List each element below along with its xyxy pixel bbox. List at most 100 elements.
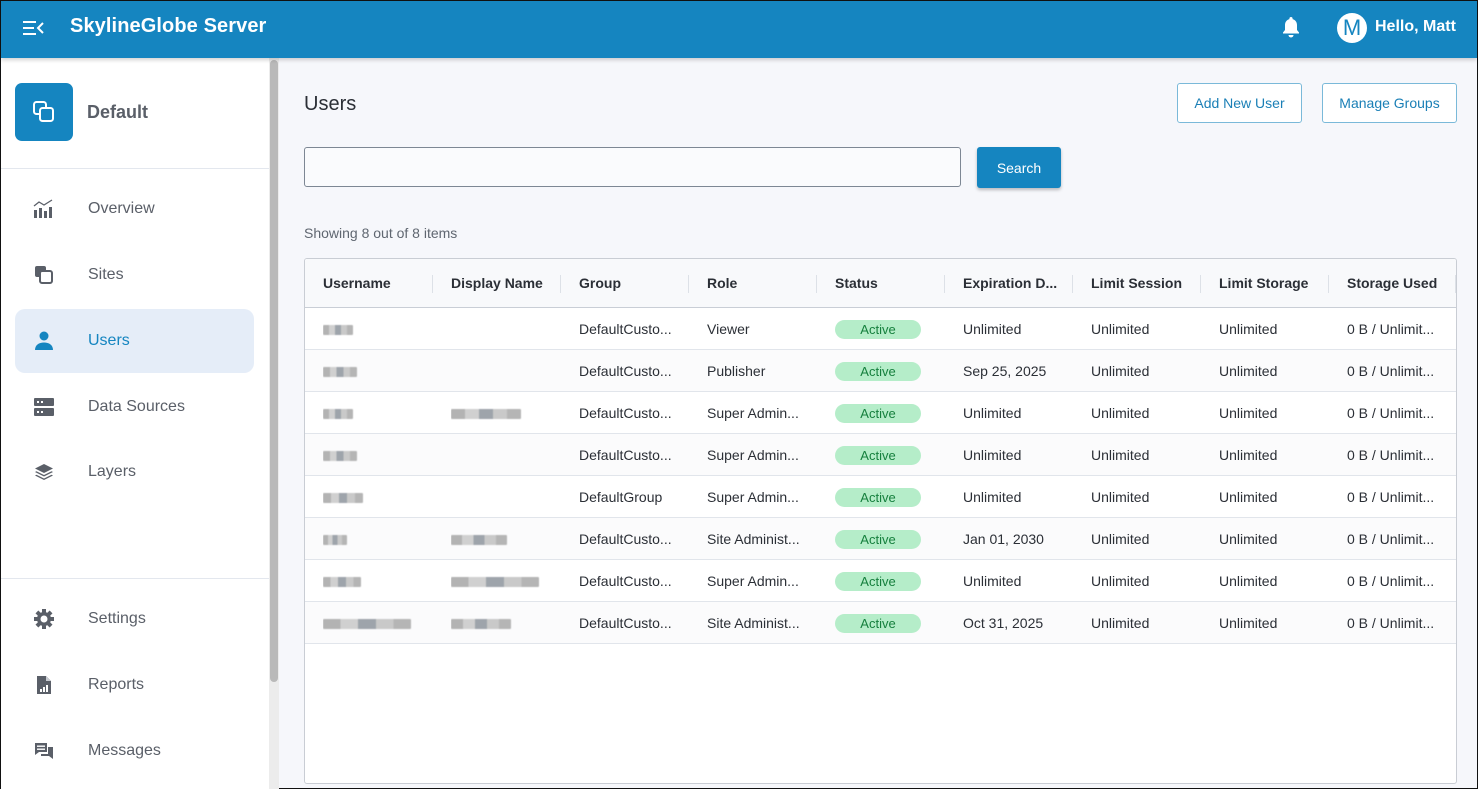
sidebar-item-data-sources[interactable]: Data Sources: [15, 375, 254, 439]
column-header-role[interactable]: Role: [707, 259, 737, 308]
sidebar-item-label: Users: [88, 332, 130, 349]
main-content: Users Add New User Manage Groups Search …: [279, 58, 1478, 789]
cell-storage-used: 0 B / Unlimit...: [1347, 489, 1435, 505]
cell-limit-storage: Unlimited: [1219, 363, 1278, 379]
cell-group: DefaultCusto...: [579, 531, 672, 547]
table-row[interactable]: DefaultCusto... Publisher Active Sep 25, 20…: [305, 350, 1456, 392]
sidebar-item-label: Sites: [88, 266, 124, 283]
cell-display-name: [451, 308, 569, 350]
collapse-menu-icon[interactable]: [21, 17, 45, 39]
cell-limit-session: Unlimited: [1091, 615, 1150, 631]
column-header-limit-storage[interactable]: Limit Storage: [1219, 259, 1308, 308]
table-row[interactable]: DefaultCusto... Site Administ... Active Oct…: [305, 602, 1456, 644]
column-header-username[interactable]: Username: [323, 259, 391, 308]
cell-display-name: [451, 518, 569, 560]
add-new-user-button[interactable]: Add New User: [1177, 83, 1302, 123]
sidebar-item-layers[interactable]: Layers: [15, 440, 254, 504]
status-badge: Active: [835, 362, 921, 381]
column-resize-handle[interactable]: [1328, 275, 1329, 293]
table-row[interactable]: DefaultCusto... Site Administ... Active Jan…: [305, 518, 1456, 560]
sidebar-item-reports[interactable]: Reports: [15, 653, 254, 717]
cell-group: DefaultGroup: [579, 489, 663, 505]
redacted-text: [323, 535, 347, 546]
column-header-limit-session[interactable]: Limit Session: [1091, 259, 1182, 308]
cell-expiration-date: Sep 25, 2025: [963, 363, 1047, 379]
table-row[interactable]: DefaultCusto... Super Admin... Active Unlim…: [305, 392, 1456, 434]
cell-display-name: [451, 392, 569, 434]
cell-group: DefaultCusto...: [579, 447, 672, 463]
column-header-group[interactable]: Group: [579, 259, 621, 308]
redacted-text: [323, 409, 353, 420]
layers-icon: [33, 461, 55, 483]
cell-storage-used: 0 B / Unlimit...: [1347, 447, 1435, 463]
table-row[interactable]: DefaultCusto... Viewer Active Unlimited Unli…: [305, 308, 1456, 350]
workspace-icon: [15, 83, 73, 141]
cell-storage-used: 0 B / Unlimit...: [1347, 573, 1435, 589]
search-input[interactable]: [304, 147, 961, 187]
cell-group: DefaultCusto...: [579, 573, 672, 589]
column-resize-handle[interactable]: [432, 275, 433, 293]
cell-limit-session: Unlimited: [1091, 321, 1150, 337]
page-title: Users: [304, 93, 357, 115]
column-resize-handle[interactable]: [1455, 275, 1456, 293]
cell-storage-used: 0 B / Unlimit...: [1347, 363, 1435, 379]
column-resize-handle[interactable]: [1200, 275, 1201, 293]
cell-storage-used: 0 B / Unlimit...: [1347, 615, 1435, 631]
column-header-storage-used[interactable]: Storage Used: [1347, 259, 1437, 308]
cell-limit-storage: Unlimited: [1219, 489, 1278, 505]
column-resize-handle[interactable]: [1072, 275, 1073, 293]
notifications-bell-icon[interactable]: [1280, 15, 1302, 39]
sidebar-item-users[interactable]: Users: [15, 309, 254, 373]
workspace-name: Default: [87, 101, 149, 122]
user-greeting[interactable]: Hello, Matt: [1375, 18, 1456, 36]
sidebar-item-label: Settings: [88, 610, 146, 627]
cell-limit-storage: Unlimited: [1219, 531, 1278, 547]
sidebar-item-sites[interactable]: Sites: [15, 243, 254, 307]
table-row[interactable]: DefaultCusto... Super Admin... Active Unlim…: [305, 434, 1456, 476]
cell-storage-used: 0 B / Unlimit...: [1347, 531, 1435, 547]
status-badge: Active: [835, 404, 921, 423]
cell-role: Viewer: [707, 321, 750, 337]
cell-expiration-date: Oct 31, 2025: [963, 615, 1044, 631]
user-avatar[interactable]: M: [1337, 13, 1367, 43]
manage-groups-button[interactable]: Manage Groups: [1322, 83, 1457, 123]
sidebar-item-label: Messages: [88, 742, 161, 759]
cell-limit-storage: Unlimited: [1219, 447, 1278, 463]
workspace-header[interactable]: Default: [15, 83, 148, 141]
sidebar-item-settings[interactable]: Settings: [15, 587, 254, 651]
sidebar-item-label: Data Sources: [88, 398, 185, 415]
column-resize-handle[interactable]: [688, 275, 689, 293]
cell-group: DefaultCusto...: [579, 321, 672, 337]
cell-limit-session: Unlimited: [1091, 363, 1150, 379]
search-button[interactable]: Search: [977, 147, 1061, 188]
redacted-text: [451, 535, 507, 546]
users-table: Username Display Name Group Role Status Expir…: [304, 258, 1457, 784]
column-resize-handle[interactable]: [944, 275, 945, 293]
cell-limit-session: Unlimited: [1091, 573, 1150, 589]
cell-limit-session: Unlimited: [1091, 405, 1150, 421]
redacted-text: [323, 619, 411, 630]
redacted-text: [323, 325, 353, 336]
column-header-status[interactable]: Status: [835, 259, 878, 308]
column-header-expiration-date[interactable]: Expiration D...: [963, 259, 1057, 308]
cell-username: [323, 434, 441, 476]
column-resize-handle[interactable]: [816, 275, 817, 293]
table-row[interactable]: DefaultGroup Super Admin... Active Unlimite…: [305, 476, 1456, 518]
column-resize-handle[interactable]: [560, 275, 561, 293]
status-badge: Active: [835, 320, 921, 339]
sidebar-divider: [1, 578, 269, 579]
cell-limit-session: Unlimited: [1091, 447, 1150, 463]
sidebar-item-overview[interactable]: Overview: [15, 177, 254, 241]
status-badge: Active: [835, 488, 921, 507]
sidebar-item-label: Overview: [88, 200, 155, 217]
cell-group: DefaultCusto...: [579, 615, 672, 631]
cell-storage-used: 0 B / Unlimit...: [1347, 405, 1435, 421]
table-row[interactable]: DefaultCusto... Super Admin... Active Unlim…: [305, 560, 1456, 602]
redacted-text: [323, 493, 363, 504]
sidebar-item-messages[interactable]: Messages: [15, 719, 254, 783]
cell-username: [323, 518, 441, 560]
cell-username: [323, 602, 441, 644]
sidebar-scrollbar-thumb[interactable]: [270, 60, 278, 682]
column-header-display-name[interactable]: Display Name: [451, 259, 543, 308]
cell-group: DefaultCusto...: [579, 405, 672, 421]
